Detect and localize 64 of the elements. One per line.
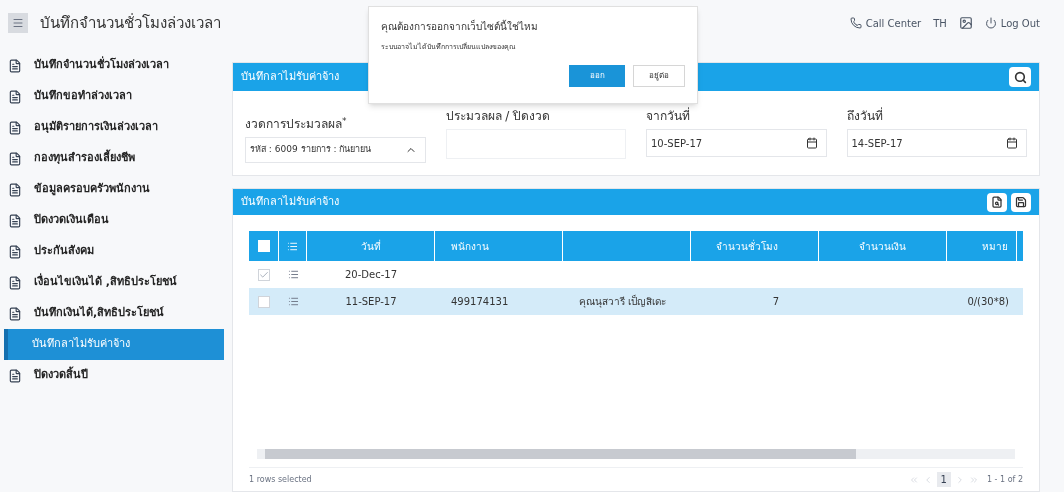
export-button[interactable]	[987, 192, 1007, 212]
dialog-message: คุณต้องการออกจากเว็บไซต์นี้ใช่ไหม	[381, 19, 539, 34]
period-select[interactable]: รหัส : 6009 รายการ : กันยายน	[245, 137, 426, 163]
table-cell-text: 20-Dec-17	[345, 268, 397, 282]
sidebar-item[interactable]: บันทึกขอทำล่วงเวลา	[0, 81, 228, 112]
sidebar-item[interactable]: บันทึกจำนวนชั่วโมงล่วงเวลา	[0, 50, 228, 81]
field-label: ถึงวันที่	[846, 107, 884, 125]
document-icon	[8, 89, 22, 104]
date-field[interactable]: 10-SEP-17	[646, 129, 827, 157]
list-icon	[287, 269, 299, 280]
sidebar-item[interactable]: ปิดงวดเงินเดือน	[0, 205, 228, 236]
document-icon	[8, 58, 22, 73]
table-cell: คุณนุสวารี เป็ญสิเดะ	[579, 294, 667, 309]
row-checkbox[interactable]	[258, 295, 270, 308]
document-icon	[8, 151, 22, 166]
document-icon	[8, 306, 22, 321]
save-button[interactable]	[1011, 192, 1031, 212]
sidebar-item[interactable]: บันทึกเงินได้,สิทธิประโยชน์	[0, 298, 228, 329]
selection-status: 1 rows selected	[249, 473, 312, 486]
search-button[interactable]	[1009, 67, 1031, 87]
list-icon	[287, 240, 298, 252]
page-title: บันทึกจำนวนชั่วโมงล่วงเวลา	[40, 12, 221, 34]
call-center-link[interactable]: Call Center	[865, 15, 922, 31]
sidebar-item[interactable]: กองทุนสำรองเลี้ยงชีพ	[0, 143, 228, 174]
document-icon	[8, 182, 22, 197]
page-number[interactable]: 1	[936, 472, 951, 487]
file-search-icon	[991, 196, 1003, 208]
calendar-icon	[1006, 137, 1018, 149]
field-label: จากวันที่	[646, 107, 691, 125]
select-all-checkbox[interactable]	[257, 240, 270, 252]
table-cell-text: 0/(30*8)	[967, 295, 1009, 309]
table-cell-text: 11-SEP-17	[345, 295, 397, 309]
sidebar-item[interactable]: ปิดงวดสิ้นปี	[0, 360, 228, 391]
document-icon	[8, 275, 22, 290]
document-icon	[8, 244, 22, 259]
calendar-icon	[805, 137, 818, 149]
table-cell-text: 7	[772, 295, 779, 309]
document-icon	[8, 368, 22, 383]
last-page-icon[interactable]	[968, 474, 979, 485]
menu-icon[interactable]	[8, 13, 28, 33]
dialog-button[interactable]: อยู่ต่อ	[633, 64, 685, 87]
document-icon	[8, 120, 22, 135]
search-icon	[1013, 70, 1027, 84]
date-field[interactable]: 14-SEP-17	[846, 129, 1027, 157]
power-icon	[984, 17, 997, 29]
field-label: งวดการประมวลผล$^{*}$	[245, 115, 348, 133]
sidebar-item[interactable]: เงื่อนไขเงินได้ ,สิทธิประโยชน์	[0, 267, 228, 298]
panel-title: บันทึกลาไม่รับค่าจ้าง	[241, 193, 339, 210]
table-row[interactable]: 11-SEP-17 499174131 คุณนุสวารี เป็ญสิเดะ 7 0/(30*8)	[249, 288, 1023, 315]
list-icon	[287, 296, 299, 307]
sidebar-item[interactable]: ข้อมูลครอบครัวพนักงาน	[0, 174, 228, 205]
broken-image-icon	[958, 16, 973, 30]
language-label[interactable]: TH	[933, 15, 947, 31]
table-cell-text: 499174131	[451, 295, 509, 309]
row-checkbox[interactable]	[258, 268, 270, 281]
logout-link[interactable]: Log Out	[1000, 15, 1040, 31]
page-range: 1 - 1 of 2	[986, 473, 1023, 486]
document-icon	[8, 213, 22, 228]
sidebar-item[interactable]: ประกันสังคม	[0, 236, 228, 267]
horizontal-scrollbar[interactable]	[257, 449, 1015, 459]
sidebar-item[interactable]: อนุมัติรายการเงินล่วงเวลา	[0, 112, 228, 143]
panel-title: บันทึกลาไม่รับค่าจ้าง	[241, 68, 339, 85]
phone-icon	[849, 17, 862, 29]
field-label: ประมวลผล / ปิดงวด	[445, 108, 552, 125]
